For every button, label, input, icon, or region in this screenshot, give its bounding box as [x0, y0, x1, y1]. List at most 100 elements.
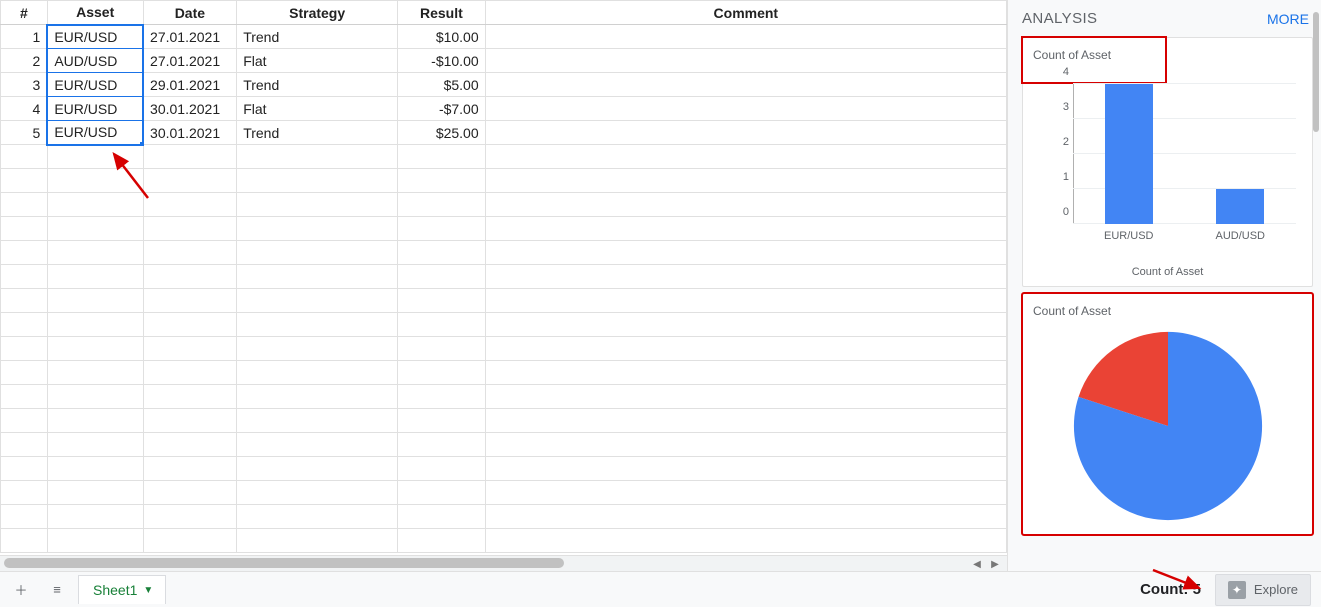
- cell-asset[interactable]: EUR/USD: [47, 73, 143, 97]
- cell-rownum[interactable]: 3: [1, 73, 48, 97]
- table-row[interactable]: [1, 265, 1007, 289]
- cell-empty[interactable]: [143, 241, 237, 265]
- cell-result[interactable]: -$7.00: [398, 97, 486, 121]
- cell-empty[interactable]: [398, 241, 486, 265]
- cell-empty[interactable]: [398, 289, 486, 313]
- cell-empty[interactable]: [47, 313, 143, 337]
- cell-empty[interactable]: [1, 409, 48, 433]
- data-grid[interactable]: # Asset Date Strategy Result Comment 1EU…: [0, 0, 1007, 553]
- cell-strategy[interactable]: Trend: [237, 73, 398, 97]
- cell-result[interactable]: $5.00: [398, 73, 486, 97]
- table-row[interactable]: 5EUR/USD30.01.2021Trend$25.00: [1, 121, 1007, 145]
- cell-rownum[interactable]: 5: [1, 121, 48, 145]
- scroll-left-icon[interactable]: ◀: [969, 556, 985, 572]
- cell-empty[interactable]: [237, 529, 398, 553]
- table-row[interactable]: [1, 193, 1007, 217]
- cell-asset[interactable]: AUD/USD: [47, 49, 143, 73]
- cell-empty[interactable]: [143, 457, 237, 481]
- cell-date[interactable]: 29.01.2021: [143, 73, 237, 97]
- cell-empty[interactable]: [485, 289, 1006, 313]
- grid-container[interactable]: # Asset Date Strategy Result Comment 1EU…: [0, 0, 1007, 555]
- header-result[interactable]: Result: [398, 1, 486, 25]
- cell-empty[interactable]: [47, 529, 143, 553]
- cell-comment[interactable]: [485, 73, 1006, 97]
- cell-empty[interactable]: [47, 361, 143, 385]
- cell-empty[interactable]: [485, 529, 1006, 553]
- cell-rownum[interactable]: 1: [1, 25, 48, 49]
- cell-empty[interactable]: [485, 169, 1006, 193]
- cell-empty[interactable]: [237, 481, 398, 505]
- table-row[interactable]: [1, 169, 1007, 193]
- cell-date[interactable]: 27.01.2021: [143, 49, 237, 73]
- cell-empty[interactable]: [47, 433, 143, 457]
- cell-empty[interactable]: [398, 529, 486, 553]
- cell-empty[interactable]: [237, 289, 398, 313]
- cell-empty[interactable]: [1, 265, 48, 289]
- cell-empty[interactable]: [485, 457, 1006, 481]
- selection-handle[interactable]: [139, 141, 143, 145]
- cell-empty[interactable]: [237, 337, 398, 361]
- cell-empty[interactable]: [237, 505, 398, 529]
- cell-empty[interactable]: [47, 409, 143, 433]
- cell-empty[interactable]: [398, 169, 486, 193]
- chart-card-bar[interactable]: Count of Asset 01234EUR/USDAUD/USD Count…: [1022, 37, 1313, 287]
- cell-empty[interactable]: [1, 145, 48, 169]
- cell-date[interactable]: 30.01.2021: [143, 121, 237, 145]
- cell-empty[interactable]: [143, 385, 237, 409]
- cell-empty[interactable]: [398, 217, 486, 241]
- cell-date[interactable]: 30.01.2021: [143, 97, 237, 121]
- cell-empty[interactable]: [237, 193, 398, 217]
- cell-empty[interactable]: [143, 505, 237, 529]
- cell-empty[interactable]: [398, 385, 486, 409]
- cell-empty[interactable]: [398, 145, 486, 169]
- cell-empty[interactable]: [47, 457, 143, 481]
- table-row[interactable]: [1, 457, 1007, 481]
- cell-result[interactable]: -$10.00: [398, 49, 486, 73]
- cell-empty[interactable]: [143, 217, 237, 241]
- horizontal-scrollbar[interactable]: ◀ ▶: [0, 555, 1007, 571]
- cell-empty[interactable]: [1, 385, 48, 409]
- cell-asset[interactable]: EUR/USD: [47, 121, 143, 145]
- table-row[interactable]: [1, 217, 1007, 241]
- cell-empty[interactable]: [237, 169, 398, 193]
- add-sheet-button[interactable]: ＋: [6, 576, 36, 604]
- header-row[interactable]: # Asset Date Strategy Result Comment: [1, 1, 1007, 25]
- cell-empty[interactable]: [237, 409, 398, 433]
- table-row[interactable]: [1, 409, 1007, 433]
- table-row[interactable]: [1, 289, 1007, 313]
- cell-empty[interactable]: [398, 361, 486, 385]
- table-row[interactable]: [1, 241, 1007, 265]
- header-date[interactable]: Date: [143, 1, 237, 25]
- cell-date[interactable]: 27.01.2021: [143, 25, 237, 49]
- cell-empty[interactable]: [47, 505, 143, 529]
- cell-empty[interactable]: [143, 145, 237, 169]
- cell-empty[interactable]: [143, 409, 237, 433]
- table-row[interactable]: [1, 529, 1007, 553]
- header-number[interactable]: #: [1, 1, 48, 25]
- cell-empty[interactable]: [1, 217, 48, 241]
- cell-empty[interactable]: [143, 289, 237, 313]
- cell-empty[interactable]: [485, 361, 1006, 385]
- cell-empty[interactable]: [398, 337, 486, 361]
- cell-rownum[interactable]: 4: [1, 97, 48, 121]
- cell-empty[interactable]: [1, 529, 48, 553]
- cell-comment[interactable]: [485, 25, 1006, 49]
- table-row[interactable]: 1EUR/USD27.01.2021Trend$10.00: [1, 25, 1007, 49]
- cell-empty[interactable]: [485, 313, 1006, 337]
- cell-empty[interactable]: [1, 457, 48, 481]
- cell-empty[interactable]: [237, 241, 398, 265]
- cell-empty[interactable]: [237, 217, 398, 241]
- cell-empty[interactable]: [485, 481, 1006, 505]
- cell-empty[interactable]: [143, 265, 237, 289]
- cell-empty[interactable]: [143, 313, 237, 337]
- cell-empty[interactable]: [1, 361, 48, 385]
- cell-empty[interactable]: [47, 169, 143, 193]
- cell-empty[interactable]: [398, 313, 486, 337]
- cell-empty[interactable]: [47, 289, 143, 313]
- cell-empty[interactable]: [143, 337, 237, 361]
- panel-more-link[interactable]: MORE: [1267, 11, 1309, 27]
- cell-empty[interactable]: [47, 481, 143, 505]
- cell-empty[interactable]: [485, 145, 1006, 169]
- cell-comment[interactable]: [485, 49, 1006, 73]
- scroll-right-icon[interactable]: ▶: [987, 556, 1003, 572]
